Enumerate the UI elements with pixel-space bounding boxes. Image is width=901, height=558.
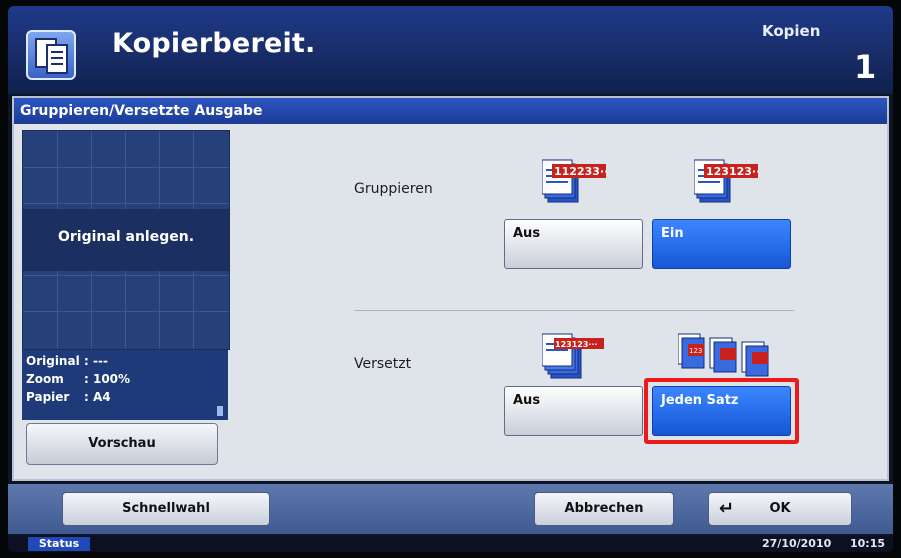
document-copy-icon xyxy=(26,30,76,80)
grid-line xyxy=(23,203,229,204)
panel-title: Gruppieren/Versetzte Ausgabe xyxy=(14,98,887,124)
grid-line xyxy=(23,275,229,276)
sort-off-icon-text: 112233··· xyxy=(554,165,606,178)
settings-panel: Gruppieren/Versetzte Ausgabe Original an… xyxy=(12,96,889,481)
time-display: 10:15 xyxy=(850,537,886,550)
bottom-bar: Schnellwahl Abbrechen ↵ OK xyxy=(8,484,893,534)
page-title: Kopierbereit. xyxy=(112,28,316,59)
info-key: Original xyxy=(26,354,80,368)
info-value: : 100% xyxy=(84,372,131,386)
selection-highlight xyxy=(644,378,799,444)
offset-on-stack-icon: 123 xyxy=(678,333,769,377)
preview-message: Original anlegen. xyxy=(57,229,195,245)
offset-off-button[interactable]: Aus xyxy=(504,386,643,436)
grid-line xyxy=(23,311,229,312)
copies-label: Kopien xyxy=(762,22,821,40)
info-row-zoom: Zoom : 100% xyxy=(26,372,130,386)
paper-tray-icon xyxy=(217,406,223,416)
offset-off-stack-icon: 123123··· xyxy=(542,333,604,379)
offset-off-icon-text: 123123··· xyxy=(555,340,598,349)
preview-area: Original anlegen. xyxy=(22,130,230,350)
offset-on-icon-text: 123 xyxy=(689,347,702,355)
info-row-paper: Papier : A4 xyxy=(26,390,111,404)
quick-setup-button[interactable]: Schnellwahl xyxy=(62,492,270,526)
group-on-button[interactable]: Ein xyxy=(652,219,791,269)
date-display: 27/10/2010 xyxy=(762,537,832,550)
sort-off-stack-icon: 112233··· xyxy=(542,159,606,203)
info-value: : --- xyxy=(84,354,108,368)
info-key: Papier xyxy=(26,390,70,404)
ok-button[interactable]: ↵ OK xyxy=(708,492,852,526)
group-off-button[interactable]: Aus xyxy=(504,219,643,269)
status-bar: Status 27/10/2010 10:15 xyxy=(8,536,893,552)
copies-count: 1 xyxy=(854,48,877,86)
sort-on-stack-icon: 123123··· xyxy=(694,159,758,203)
job-info: Original : --- Zoom : 100% Papier : A4 xyxy=(22,350,228,420)
info-row-original: Original : --- xyxy=(26,354,108,368)
ok-label: OK xyxy=(769,501,791,516)
cancel-button[interactable]: Abbrechen xyxy=(534,492,674,526)
preview-button[interactable]: Vorschau xyxy=(26,423,218,465)
offset-label: Versetzt xyxy=(354,356,412,372)
info-value: : A4 xyxy=(84,390,111,404)
status-button[interactable]: Status xyxy=(28,537,90,551)
enter-arrow-icon: ↵ xyxy=(719,498,735,519)
copier-screen: Kopierbereit. Kopien 1 Gruppieren/Verset… xyxy=(8,6,893,552)
group-label: Gruppieren xyxy=(354,181,433,197)
sort-on-icon-text: 123123··· xyxy=(706,165,758,178)
grid-line xyxy=(23,167,229,168)
section-divider xyxy=(354,310,794,311)
info-key: Zoom xyxy=(26,372,64,386)
header-bar: Kopierbereit. Kopien 1 xyxy=(8,6,893,94)
